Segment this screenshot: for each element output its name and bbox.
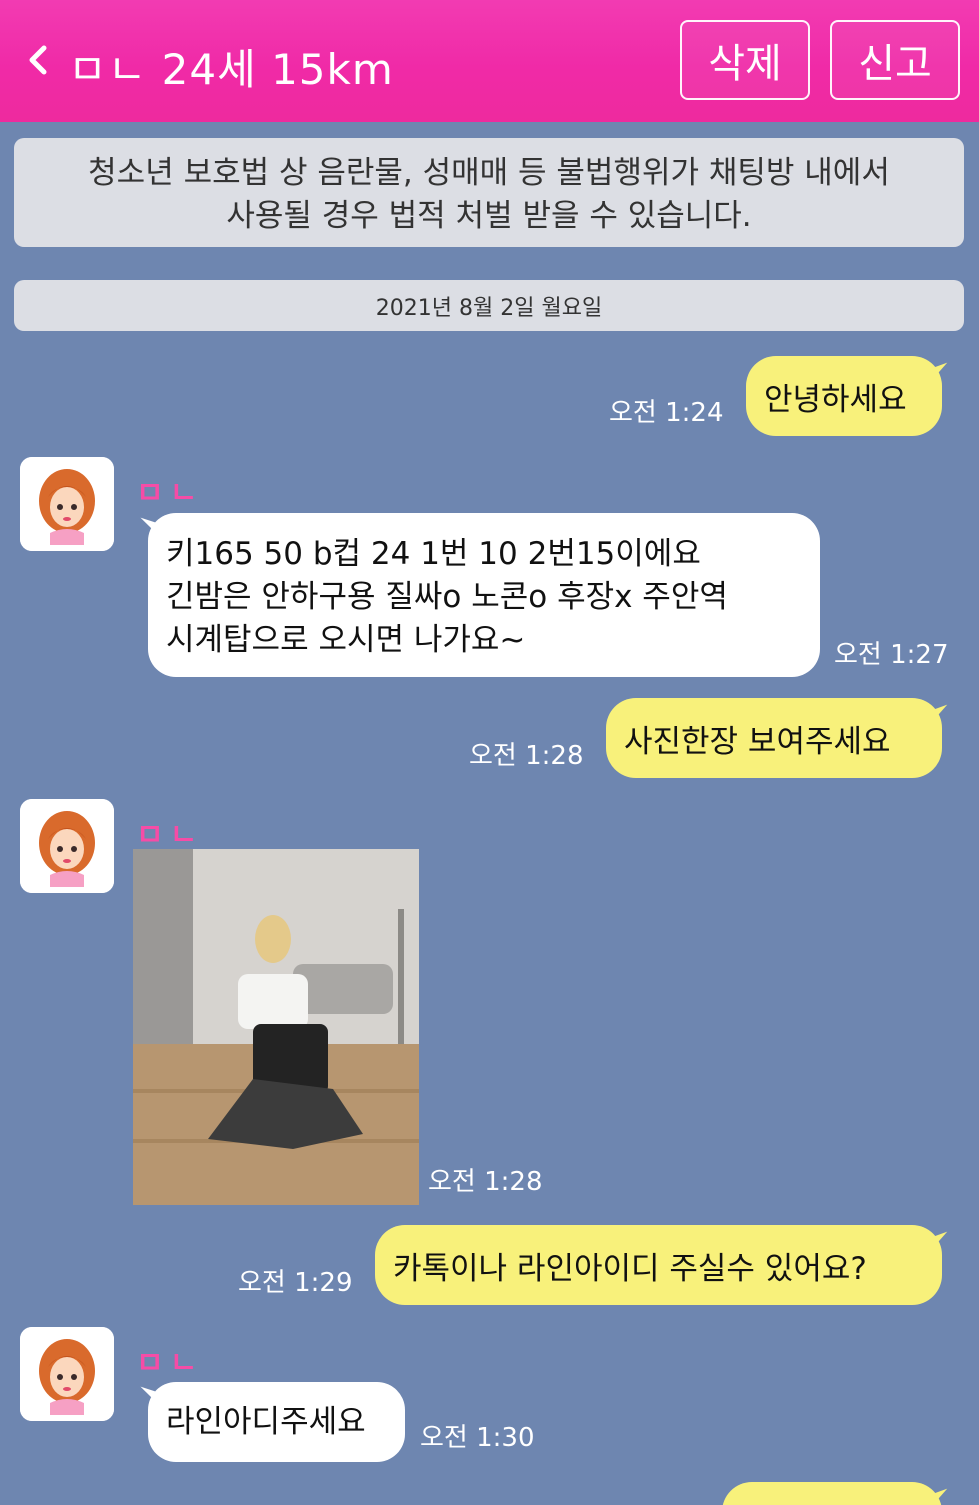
message-text: 안녕하세요 (764, 381, 907, 418)
avatar[interactable] (20, 799, 114, 893)
avatar-girl-icon (20, 1327, 114, 1421)
chat-header: ㅁㄴ 24세 15km 삭제 신고 (0, 0, 979, 122)
sender-name: ㅁㄴ (136, 1346, 204, 1381)
legal-notice-line: 사용될 경우 법적 처벌 받을 수 있습니다. (226, 198, 752, 234)
chevron-left-icon[interactable] (24, 40, 54, 80)
my-message-bubble[interactable]: 카톡이나 라인아이디 주실수 있어요? (375, 1225, 942, 1305)
legal-notice-line: 청소년 보호법 상 음란물, 성매매 등 불법행위가 채팅방 내에서 (88, 155, 890, 191)
message-text-line: 긴밤은 안하구용 질싸o 노콘o 후장x 주안역 (166, 579, 728, 615)
message-time: 오전 1:30 (420, 1423, 535, 1453)
avatar[interactable] (20, 1327, 114, 1421)
message-time: 오전 1:28 (469, 741, 584, 771)
message-time: 오전 1:28 (428, 1167, 543, 1197)
delete-button[interactable]: 삭제 (680, 20, 810, 100)
date-divider: 2021년 8월 2일 월요일 (14, 280, 964, 331)
photo-message[interactable] (133, 849, 419, 1205)
photo-image (133, 849, 419, 1205)
their-message-bubble[interactable]: 키165 50 b컵 24 1번 10 2번15이에요 긴밤은 안하구용 질싸o… (148, 513, 820, 677)
legal-notice: 청소년 보호법 상 음란물, 성매매 등 불법행위가 채팅방 내에서 사용될 경… (14, 138, 964, 247)
report-button[interactable]: 신고 (830, 20, 960, 100)
message-time: 오전 1:29 (238, 1268, 353, 1298)
message-time: 오전 1:27 (834, 640, 949, 670)
their-message-bubble[interactable]: 라인아디주세요 (148, 1382, 405, 1462)
message-text: 라인아디주세요 (166, 1403, 366, 1440)
message-text: 카톡이나 라인아이디 주실수 있어요? (393, 1250, 867, 1287)
avatar-girl-icon (20, 799, 114, 893)
message-text-line: 키165 50 b컵 24 1번 10 2번15이에요 (166, 536, 701, 572)
message-time: 오전 1:24 (609, 398, 724, 428)
sender-name: ㅁㄴ (136, 476, 204, 511)
my-message-bubble-partial[interactable] (722, 1482, 942, 1505)
avatar-girl-icon (20, 457, 114, 551)
my-message-bubble[interactable]: 사진한장 보여주세요 (606, 698, 942, 778)
message-text-line: 시계탑으로 오시면 나가요~ (166, 622, 526, 658)
chat-title: ㅁㄴ 24세 15km (68, 45, 394, 94)
message-text: 사진한장 보여주세요 (624, 723, 891, 760)
avatar[interactable] (20, 457, 114, 551)
my-message-bubble[interactable]: 안녕하세요 (746, 356, 942, 436)
sender-name: ㅁㄴ (136, 818, 204, 853)
